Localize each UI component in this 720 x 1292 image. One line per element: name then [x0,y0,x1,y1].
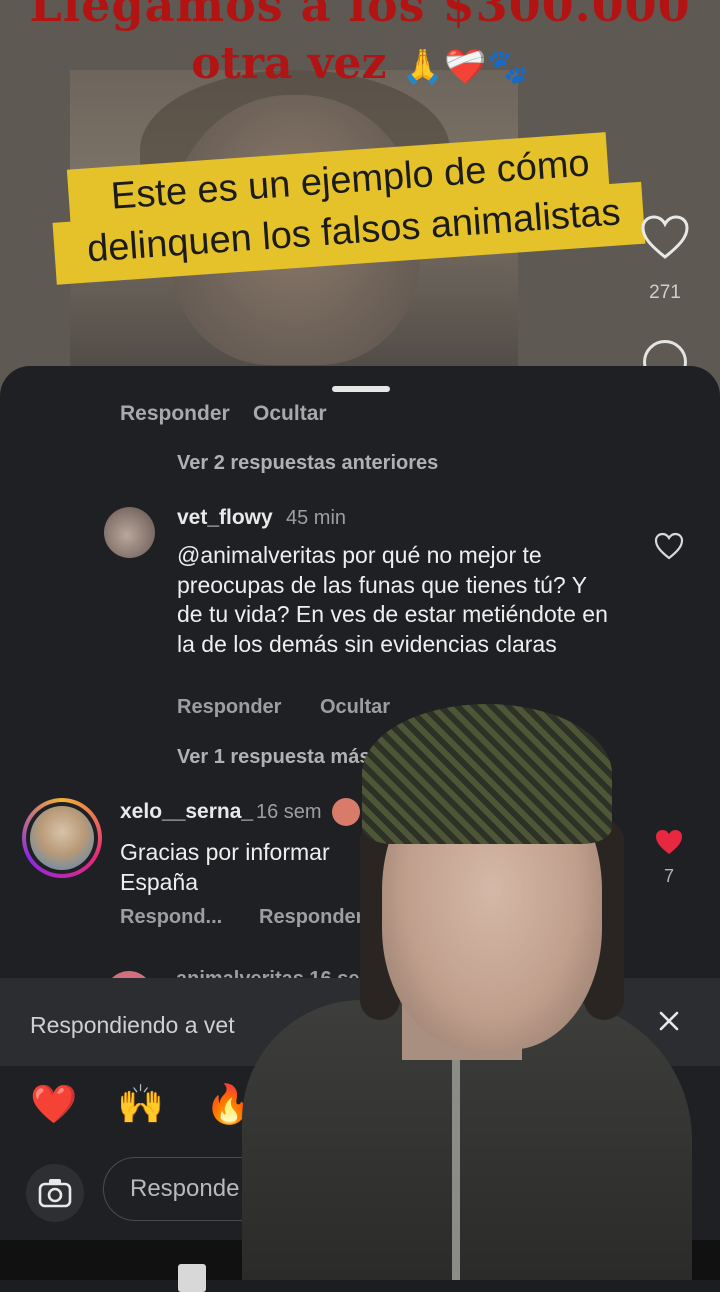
like-heart-icon[interactable] [640,214,690,260]
emoji-raised-hands[interactable]: 🙌 [117,1082,164,1128]
comment-time: 45 min [286,507,347,529]
avatar-xelo-serna[interactable] [30,806,94,870]
pip-video-overlay[interactable] [242,700,692,1280]
emoji-heart[interactable]: ❤️ [30,1082,77,1128]
drag-handle[interactable] [332,386,390,392]
comment-like-heart-icon[interactable] [654,532,684,560]
video-title-line1: Llegamos a los $300.000 [29,0,691,32]
replying-to-text: Respondiendo a vet [30,1012,235,1038]
comment-username[interactable]: xelo__serna_ [120,800,253,824]
reply-to-button[interactable]: Respond... [120,906,222,929]
pip-person-beanie [362,704,612,844]
pip-jacket-zipper [452,1060,460,1280]
nav-home-icon[interactable] [178,1264,206,1292]
view-previous-replies[interactable]: Ver 2 respuestas anteriores [177,452,438,475]
camera-button[interactable] [26,1164,84,1222]
video-title-text: otra vez [191,38,387,89]
comment-username[interactable]: vet_flowy [177,506,273,530]
video-title-emojis: 🙏❤️‍🩹🐾 [401,47,529,87]
like-count: 271 [649,282,681,303]
avatar-vet-flowy[interactable] [104,507,155,558]
reply-input-placeholder: Responde [130,1175,240,1202]
camera-icon [38,1179,72,1208]
comment-text: @animalveritas por qué no mejor te preoc… [177,542,608,657]
video-title-line2: otra vez 🙏❤️‍🩹🐾 [0,38,720,89]
clipped-comment-actions: Responder Ocultar [120,402,327,425]
